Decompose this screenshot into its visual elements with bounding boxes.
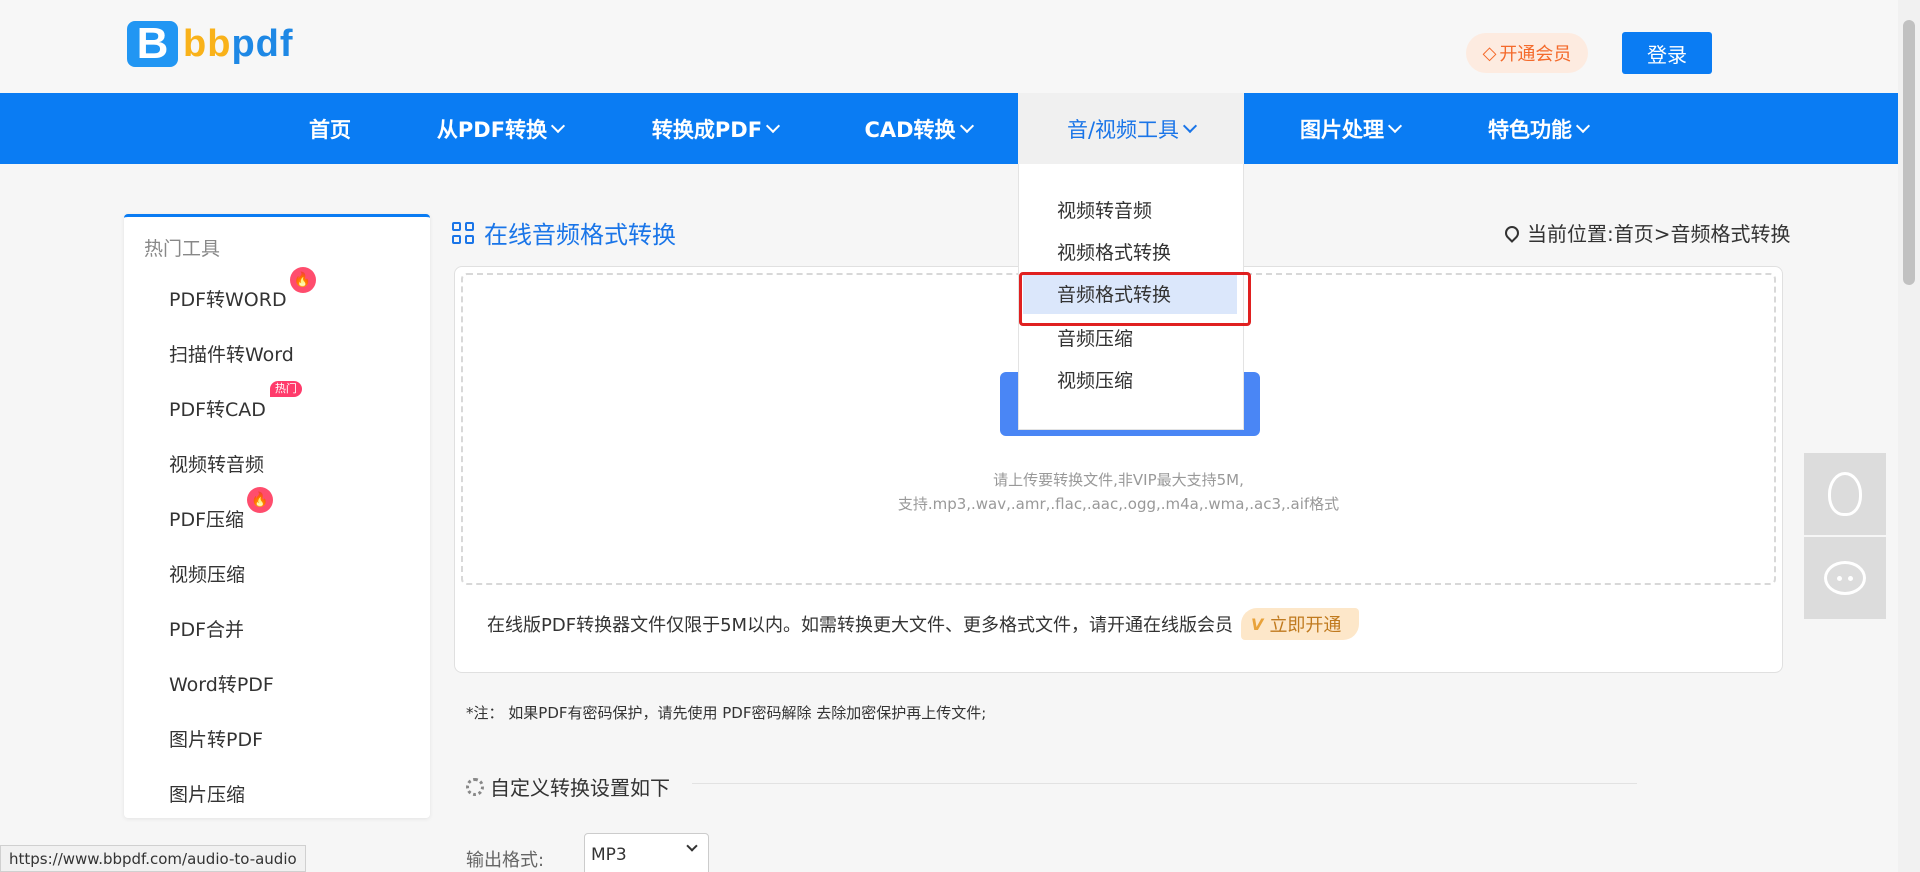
dropdown-item-video-compress[interactable]: 视频压缩 (1057, 366, 1133, 393)
output-format-select[interactable]: MP3 (584, 833, 709, 872)
link-status-url: https://www.bbpdf.com/audio-to-audio (0, 845, 306, 872)
password-warning-note: *注： 如果PDF有密码保护，请先使用 PDF密码解除 去除加密保护再上传文件; (466, 704, 987, 722)
chevron-down-icon (551, 118, 566, 133)
sidebar-item-label: 图片压缩 (169, 784, 246, 806)
site-logo[interactable]: B bbpdf (127, 21, 294, 67)
nav-item-features[interactable]: 特色功能 (1478, 93, 1598, 164)
logo-text-bb: bb (183, 22, 232, 65)
qq-contact-button[interactable] (1804, 453, 1886, 535)
nav-label: 音/视频工具 (1066, 117, 1180, 142)
open-vip-label: 开通会员 (1499, 44, 1572, 65)
sidebar-item-video-to-audio[interactable]: 视频转音频 (169, 450, 264, 477)
sidebar-item-video-compress[interactable]: 视频压缩 (169, 560, 245, 587)
sidebar-item-word-to-pdf[interactable]: Word转PDF (169, 670, 274, 697)
nav-label: 转换成PDF (651, 117, 763, 142)
nav-item-from-pdf[interactable]: 从PDF转换 (420, 93, 580, 164)
chevron-down-icon (1575, 118, 1591, 133)
sidebar-item-label: 扫描件转Word (169, 344, 294, 366)
open-now-button[interactable]: V 立即开通 (1241, 608, 1360, 640)
vip-icon: V (1251, 614, 1264, 634)
nav-item-home[interactable]: 首页 (290, 93, 370, 164)
sidebar-item-pdf-to-word[interactable]: PDF转WORD 🔥 (169, 267, 316, 312)
wechat-contact-button[interactable] (1804, 537, 1886, 619)
chevron-down-icon (1387, 118, 1403, 133)
nav-label: 图片处理 (1300, 117, 1384, 142)
open-vip-button[interactable]: ◇ 开通会员 (1466, 33, 1588, 73)
sidebar-item-scan-to-word[interactable]: 扫描件转Word (169, 340, 294, 367)
selection-highlight-box (1019, 272, 1251, 326)
file-limit-note: 在线版PDF转换器文件仅限于5M以内。如需转换更大文件、更多格式文件，请开通在线… (487, 608, 1360, 640)
sidebar-item-label: Word转PDF (169, 674, 274, 696)
divider (692, 783, 1637, 784)
gear-icon (466, 777, 484, 796)
dropdown-item-video-format[interactable]: 视频格式转换 (1057, 238, 1171, 265)
site-header: B bbpdf ◇ 开通会员 登录 (0, 0, 1898, 93)
nav-label: CAD转换 (864, 117, 956, 142)
sidebar-item-label: PDF压缩 (169, 509, 245, 531)
sidebar-item-label: 视频转音频 (169, 454, 265, 476)
output-format-value: MP3 (591, 845, 627, 865)
file-limit-text: 在线版PDF转换器文件仅限于5M以内。如需转换更大文件、更多格式文件，请开通在线… (487, 615, 1234, 636)
chevron-down-icon (1182, 118, 1198, 133)
location-pin-icon (1502, 222, 1522, 243)
dropdown-item-audio-compress[interactable]: 音频压缩 (1057, 324, 1133, 351)
sidebar-item-label: PDF转CAD (169, 399, 266, 421)
main-nav: 首页 从PDF转换 转换成PDF CAD转换 音/视频工具 图片处理 特色功能 (0, 93, 1898, 164)
open-now-label: 立即开通 (1269, 615, 1342, 636)
sidebar-item-image-to-pdf[interactable]: 图片转PDF (169, 725, 263, 752)
sidebar-item-label: PDF合并 (169, 619, 245, 641)
nav-item-cad[interactable]: CAD转换 (858, 93, 978, 164)
page-title: 在线音频格式转换 (452, 215, 676, 250)
sidebar-item-label: 视频压缩 (169, 564, 246, 586)
scrollbar-thumb[interactable] (1903, 20, 1915, 285)
output-format-label: 输出格式: (466, 850, 545, 871)
upload-hint-size: 请上传要转换文件,非VIP最大支持5M, (993, 471, 1244, 489)
nav-label: 特色功能 (1488, 117, 1572, 142)
nav-item-image[interactable]: 图片处理 (1280, 93, 1420, 164)
sidebar-item-pdf-to-cad[interactable]: PDF转CAD 热门 (169, 381, 302, 422)
sidebar-item-image-compress[interactable]: 图片压缩 (169, 780, 245, 807)
diamond-icon: ◇ (1482, 42, 1497, 64)
fire-icon: 🔥 (247, 487, 274, 513)
upload-hint-formats: 支持.mp3,.wav,.amr,.flac,.aac,.ogg,.m4a,.w… (897, 495, 1340, 513)
chevron-down-icon (686, 840, 698, 852)
nav-item-audio-video[interactable]: 音/视频工具 (1018, 93, 1244, 164)
sidebar-item-pdf-merge[interactable]: PDF合并 (169, 615, 244, 642)
chevron-down-icon (766, 118, 781, 133)
breadcrumb: 当前位置:首页>音频格式转换 (1502, 218, 1791, 247)
hot-badge: 热门 (269, 381, 302, 397)
sidebar-title: 热门工具 (144, 238, 221, 260)
chevron-down-icon (959, 118, 974, 133)
settings-heading: 自定义转换设置如下 (466, 772, 670, 801)
page-title-text: 在线音频格式转换 (484, 221, 676, 249)
nav-item-to-pdf[interactable]: 转换成PDF (640, 93, 790, 164)
logo-text: bbpdf (183, 23, 294, 66)
sidebar-item-label: 图片转PDF (169, 729, 264, 751)
page-scrollbar[interactable] (1898, 0, 1920, 872)
chat-icon (1824, 561, 1866, 595)
fire-icon: 🔥 (289, 267, 316, 293)
logo-text-pdf: pdf (231, 22, 294, 65)
dropdown-item-video-to-audio[interactable]: 视频转音频 (1057, 196, 1152, 223)
nav-label: 首页 (309, 117, 351, 142)
qq-icon (1828, 472, 1862, 516)
settings-heading-text: 自定义转换设置如下 (490, 776, 670, 800)
sidebar-item-label: PDF转WORD (169, 289, 287, 311)
login-button[interactable]: 登录 (1622, 32, 1712, 74)
logo-mark: B (127, 21, 178, 67)
grid-icon (452, 221, 474, 244)
breadcrumb-text[interactable]: 当前位置:首页>音频格式转换 (1527, 218, 1791, 247)
hot-tools-sidebar: 热门工具 PDF转WORD 🔥 扫描件转Word PDF转CAD 热门 视频转音频 … (124, 214, 430, 818)
sidebar-item-pdf-compress[interactable]: PDF压缩 🔥 (169, 487, 274, 532)
nav-label: 从PDF转换 (436, 117, 548, 142)
